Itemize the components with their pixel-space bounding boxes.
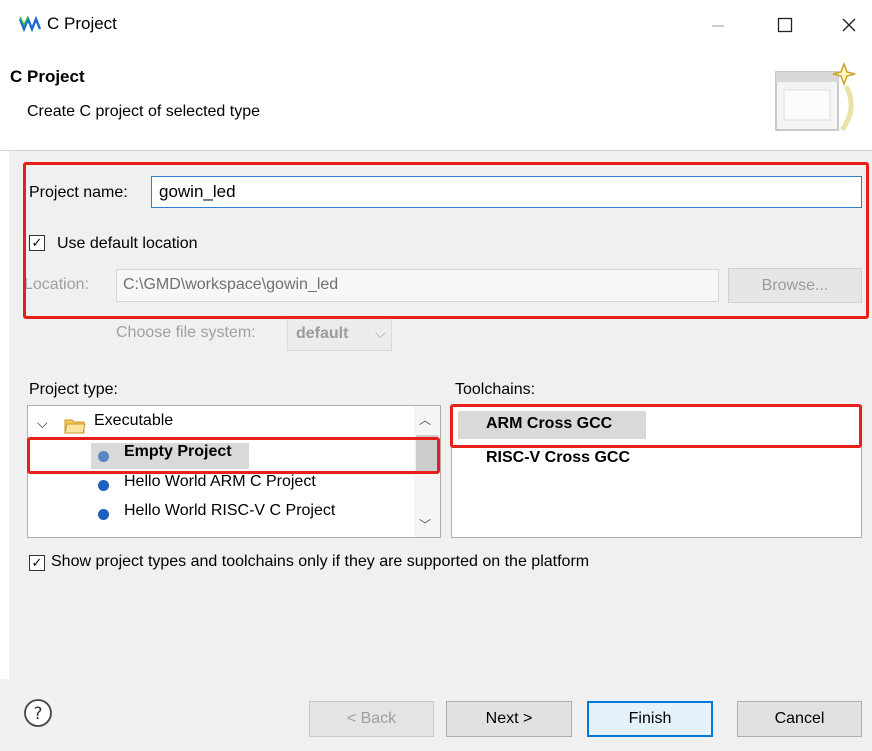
chevron-down-icon: ⌵ [375, 325, 386, 341]
minimize-icon [712, 25, 724, 27]
wizard-header [0, 50, 872, 150]
file-system-label: Choose file system: [116, 324, 256, 341]
project-bullet-icon [98, 480, 109, 491]
page-title: C Project [10, 67, 85, 86]
help-icon[interactable]: ? [23, 698, 53, 728]
tree-item-executable[interactable]: Executable [94, 412, 173, 430]
finish-button[interactable]: Finish [587, 701, 713, 737]
close-button[interactable] [826, 8, 872, 42]
page-description: Create C project of selected type [27, 103, 261, 120]
svg-text:?: ? [33, 704, 42, 724]
close-icon [842, 18, 856, 32]
minimize-button[interactable] [695, 8, 741, 42]
title-bar [0, 0, 872, 50]
scroll-up-icon[interactable]: ︿ [419, 411, 431, 428]
scroll-down-icon[interactable]: ﹀ [419, 516, 431, 533]
window-title: C Project [47, 14, 117, 33]
back-button[interactable]: < Back [309, 701, 434, 737]
maximize-button[interactable] [762, 8, 808, 42]
toolchains-label: Toolchains: [455, 381, 536, 398]
expand-chevron-icon[interactable]: ⌵ [37, 415, 48, 432]
project-bullet-icon [98, 509, 109, 520]
show-supported-checkbox[interactable]: ✓ [29, 555, 45, 571]
maximize-icon [777, 17, 793, 33]
tree-item-hello-world-riscv[interactable]: Hello World RISC-V C Project [124, 502, 335, 520]
project-type-label: Project type: [29, 381, 118, 398]
highlight-box-arm-toolchain [450, 404, 862, 448]
wizard-banner-icon [775, 61, 856, 132]
cancel-button[interactable]: Cancel [737, 701, 862, 737]
show-supported-label[interactable]: Show project types and toolchains only i… [51, 553, 589, 571]
tree-item-hello-world-arm[interactable]: Hello World ARM C Project [124, 473, 316, 491]
toolchain-item-riscv[interactable]: RISC-V Cross GCC [486, 449, 630, 467]
folder-icon [64, 419, 86, 434]
next-button[interactable]: Next > [446, 701, 572, 737]
highlight-box-empty-project [27, 437, 440, 474]
app-icon [18, 15, 42, 33]
highlight-box-project-settings [23, 162, 869, 319]
